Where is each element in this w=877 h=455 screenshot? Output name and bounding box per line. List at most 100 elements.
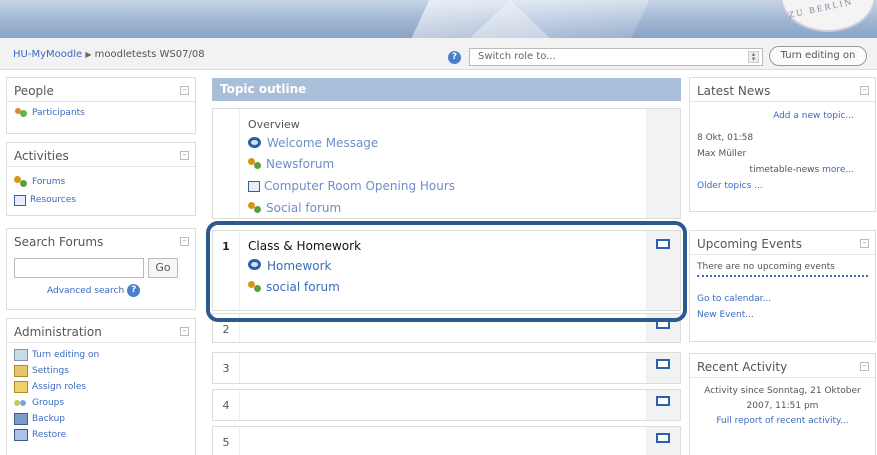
people-block-header: People – [7, 78, 195, 102]
topic-section-5: 5 [212, 426, 681, 455]
activity-welcome-message[interactable]: Welcome Message [248, 133, 455, 153]
collapse-icon[interactable]: – [180, 151, 189, 160]
recent-activity-title: Recent Activity [697, 360, 788, 374]
forums-link[interactable]: Forums [32, 177, 65, 187]
topic-section-4: 4 [212, 389, 681, 421]
admin-item-groups[interactable]: Groups [7, 395, 195, 411]
navigation-bar: HU-MyMoodle ▶ moodletests WS07/08 ? Swit… [0, 38, 877, 70]
older-topics-link[interactable]: Older topics ... [697, 181, 763, 191]
backup-icon [14, 413, 28, 425]
admin-item-turn-editing[interactable]: Turn editing on [7, 347, 195, 363]
admin-item-restore[interactable]: Restore [7, 427, 195, 443]
upcoming-events-block: Upcoming Events – There are no upcoming … [689, 230, 876, 342]
chat-icon [248, 136, 263, 150]
search-forums-block: Search Forums – Go Advanced search ? [6, 228, 196, 310]
activities-block-header: Activities – [7, 143, 195, 167]
new-event-link[interactable]: New Event... [697, 310, 754, 320]
section-right-cell [646, 353, 680, 383]
admin-item-assign-roles[interactable]: Assign roles [7, 379, 195, 395]
breadcrumb-course: moodletests WS07/08 [94, 49, 205, 60]
newsforum-link[interactable]: Newsforum [266, 157, 334, 171]
search-go-button[interactable]: Go [148, 258, 178, 278]
highlight-toggle-icon[interactable] [656, 433, 670, 443]
search-forums-header: Search Forums – [7, 229, 195, 253]
sidebar-item-participants[interactable]: Participants [7, 104, 195, 122]
latest-news-content: Add a new topic... 8 Okt, 01:58 Max Müll… [690, 102, 875, 194]
social-forum-link[interactable]: Social forum [266, 201, 341, 215]
people-block: People – Participants [6, 77, 196, 134]
computer-room-link[interactable]: Computer Room Opening Hours [264, 179, 455, 193]
highlight-toggle-icon[interactable] [656, 359, 670, 369]
collapse-icon[interactable]: – [860, 86, 869, 95]
select-arrows-icon: ▴ ▾ [748, 51, 759, 63]
activity-social-forum[interactable]: Social forum [248, 197, 455, 219]
collapse-icon[interactable]: – [860, 362, 869, 371]
collapse-icon[interactable]: – [860, 239, 869, 248]
breadcrumb: HU-MyMoodle ▶ moodletests WS07/08 [13, 49, 205, 60]
resource-icon [14, 194, 26, 206]
topic-section-3: 3 [212, 352, 681, 384]
admin-item-backup[interactable]: Backup [7, 411, 195, 427]
section-right-cell [646, 390, 680, 420]
help-icon[interactable]: ? [127, 284, 141, 297]
forum-icon [248, 202, 262, 214]
activity-newsforum[interactable]: Newsforum [248, 153, 455, 175]
sidebar-item-forums[interactable]: Forums [7, 173, 195, 191]
collapse-icon[interactable]: – [180, 86, 189, 95]
groups-icon [14, 397, 28, 409]
participants-link[interactable]: Participants [32, 108, 85, 118]
admin-groups-link[interactable]: Groups [32, 398, 64, 408]
full-report-link[interactable]: Full report of recent activity... [716, 416, 848, 426]
administration-header: Administration – [7, 319, 195, 343]
turn-editing-on-button[interactable]: Turn editing on [769, 46, 867, 66]
site-banner: ZU BERLIN [0, 0, 877, 38]
people-block-title: People [14, 84, 54, 98]
admin-assign-roles-link[interactable]: Assign roles [32, 382, 86, 392]
sidebar-item-resources[interactable]: Resources [7, 191, 195, 209]
admin-restore-link[interactable]: Restore [32, 430, 66, 440]
collapse-icon[interactable]: – [180, 327, 189, 336]
resources-link[interactable]: Resources [30, 195, 76, 205]
admin-settings-link[interactable]: Settings [32, 366, 69, 376]
news-more-link[interactable]: more... [822, 165, 854, 175]
admin-turn-editing-link[interactable]: Turn editing on [32, 350, 99, 360]
overview-content: Overview Welcome Message Newsforum Compu… [248, 118, 455, 219]
help-icon[interactable]: ? [448, 51, 461, 64]
admin-backup-link[interactable]: Backup [32, 414, 65, 424]
section-number: 5 [213, 427, 240, 455]
advanced-search-label: Advanced search [47, 285, 125, 296]
switch-role-placeholder: Switch role to... [478, 51, 556, 62]
upcoming-events-header: Upcoming Events – [690, 231, 875, 255]
section-left-cell [213, 109, 240, 218]
section-right-cell [646, 109, 680, 218]
news-author: Max Müller [697, 149, 747, 159]
no-events-text: There are no upcoming events [697, 259, 868, 277]
topic-outline-header: Topic outline [212, 78, 681, 101]
activities-block: Activities – Forums Resources [6, 142, 196, 216]
section-number: 4 [213, 390, 240, 420]
section-number: 3 [213, 353, 240, 383]
search-forums-input[interactable] [14, 258, 144, 278]
university-seal-logo: ZU BERLIN [780, 0, 876, 32]
overview-section: Overview Welcome Message Newsforum Compu… [212, 108, 681, 219]
advanced-search-link[interactable]: Advanced search ? [47, 284, 141, 297]
activity-computer-room[interactable]: Computer Room Opening Hours [248, 175, 455, 197]
news-subject: timetable-news [749, 165, 820, 175]
collapse-icon[interactable]: – [180, 237, 189, 246]
search-forums-title: Search Forums [14, 235, 104, 249]
admin-item-settings[interactable]: Settings [7, 363, 195, 379]
restore-icon [14, 429, 28, 441]
activity-since-text: Activity since Sonntag, 21 Oktober 2007,… [704, 386, 861, 411]
add-topic-link[interactable]: Add a new topic... [773, 111, 854, 121]
overview-title: Overview [248, 118, 300, 131]
highlight-toggle-icon[interactable] [656, 396, 670, 406]
administration-title: Administration [14, 325, 102, 339]
welcome-message-link[interactable]: Welcome Message [267, 136, 378, 150]
upcoming-events-content: There are no upcoming events Go to calen… [690, 255, 875, 323]
edit-icon [14, 349, 28, 361]
switch-role-select[interactable]: Switch role to... ▴ ▾ [469, 48, 763, 66]
go-to-calendar-link[interactable]: Go to calendar... [697, 294, 771, 304]
latest-news-block: Latest News – Add a new topic... 8 Okt, … [689, 77, 876, 212]
highlight-annotation-box [206, 221, 687, 322]
breadcrumb-home-link[interactable]: HU-MyMoodle [13, 49, 82, 60]
